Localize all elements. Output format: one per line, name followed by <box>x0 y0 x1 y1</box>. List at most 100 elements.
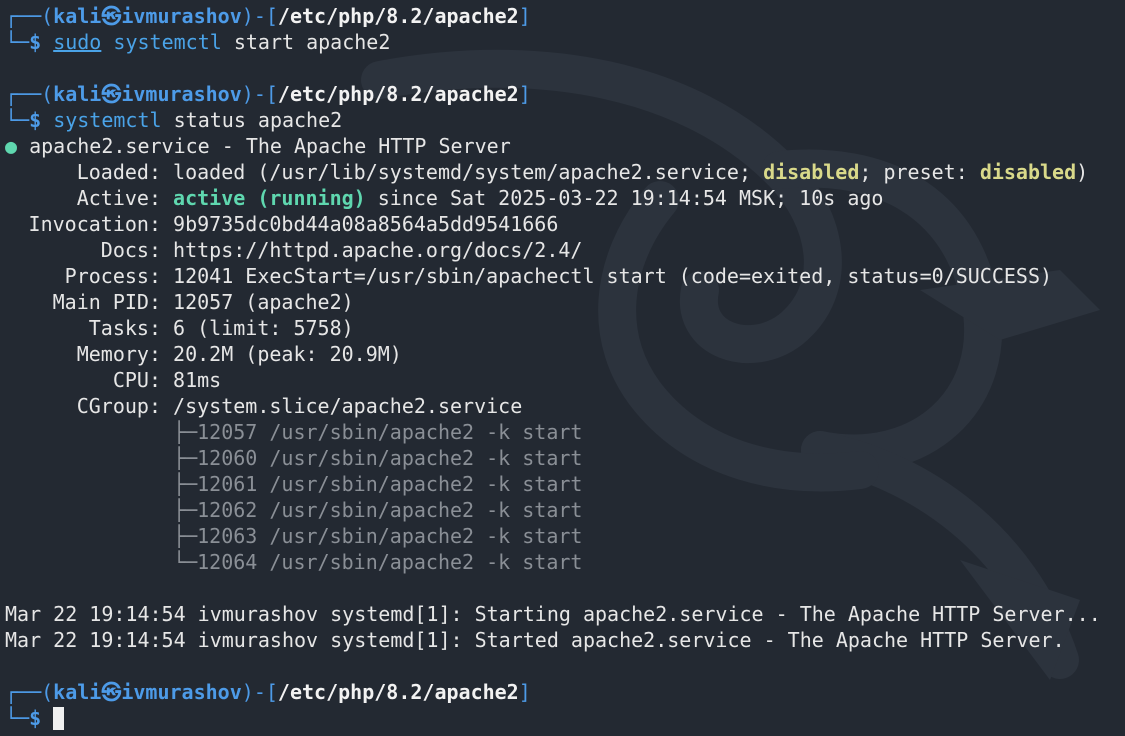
prompt-user: kali <box>53 4 102 28</box>
prompt-user: kali <box>53 82 102 106</box>
cpu-value: 81ms <box>173 368 222 392</box>
prompt-dash: - <box>253 4 266 28</box>
prompt-line: ┌──(kali㉿ivmurashov)-[/etc/php/8.2/apach… <box>5 81 1120 107</box>
cgroup-process: 12064 /usr/sbin/apache2 -k start <box>197 550 583 574</box>
tree-branch-icon: └─ <box>173 550 198 574</box>
prompt-corner: ┌── <box>5 680 42 704</box>
mainpid-value: 12057 (apache2) <box>173 290 354 314</box>
loaded-value: ; preset: <box>859 160 980 184</box>
command-args: status apache2 <box>173 108 343 132</box>
cgroup-process: 12060 /usr/sbin/apache2 -k start <box>197 446 583 470</box>
docs-link[interactable]: https://httpd.apache.org/docs/2.4/ <box>173 238 582 262</box>
at-icon: ㉿ <box>101 680 122 704</box>
cpu-label: CPU: <box>112 368 161 392</box>
prompt-host: ivmurashov <box>121 4 242 28</box>
cgroup-tree-item: ├─12060 /usr/sbin/apache2 -k start <box>5 445 1120 471</box>
prompt-dollar: $ <box>29 30 42 54</box>
prompt-user: kali <box>53 680 102 704</box>
command-line-input[interactable]: └─$ <box>5 705 1120 731</box>
prompt-dollar: $ <box>29 706 42 730</box>
prompt-dash: - <box>253 82 266 106</box>
prompt-paren: ) <box>241 4 254 28</box>
terminal-output[interactable]: ┌──(kali㉿ivmurashov)-[/etc/php/8.2/apach… <box>5 3 1120 731</box>
cgroup-tree-item: └─12064 /usr/sbin/apache2 -k start <box>5 549 1120 575</box>
command-name: systemctl <box>53 108 162 132</box>
cgroup-label: CGroup: <box>76 394 161 418</box>
tree-branch-icon: ├─ <box>173 524 198 548</box>
invocation-label: Invocation: <box>28 212 161 236</box>
loaded-value: ) <box>1076 160 1089 184</box>
cgroup-tree-item: ├─12063 /usr/sbin/apache2 -k start <box>5 523 1120 549</box>
process-label: Process: <box>64 264 161 288</box>
memory-row: Memory: 20.2M (peak: 20.9M) <box>5 341 1120 367</box>
text-cursor[interactable] <box>53 707 65 730</box>
mainpid-row: Main PID: 12057 (apache2) <box>5 289 1120 315</box>
log-line: Mar 22 19:14:54 ivmurashov systemd[1]: S… <box>5 602 1101 626</box>
prompt-corner: ┌── <box>5 4 42 28</box>
prompt-corner: ┌── <box>5 82 42 106</box>
prompt-bracket: ] <box>518 82 531 106</box>
memory-value: 20.2M (peak: 20.9M) <box>173 342 402 366</box>
prompt-bracket: ] <box>518 680 531 704</box>
prompt-corner: └─ <box>5 706 30 730</box>
prompt-paren: ) <box>241 680 254 704</box>
active-since: since Sat 2025-03-22 19:14:54 MSK; 10s a… <box>377 186 884 210</box>
prompt-bracket: ] <box>518 4 531 28</box>
prompt-bracket: [ <box>265 82 278 106</box>
prompt-line: ┌──(kali㉿ivmurashov)-[/etc/php/8.2/apach… <box>5 3 1120 29</box>
invocation-row: Invocation: 9b9735dc0bd44a08a8564a5dd954… <box>5 211 1120 237</box>
at-icon: ㉿ <box>101 82 122 106</box>
active-state-badge: active (running) <box>173 186 366 210</box>
process-value: 12041 ExecStart=/usr/sbin/apachectl star… <box>173 264 1053 288</box>
active-label: Active: <box>76 186 161 210</box>
log-line: Mar 22 19:14:54 ivmurashov systemd[1]: S… <box>5 628 1065 652</box>
invocation-value: 9b9735dc0bd44a08a8564a5dd9541666 <box>173 212 559 236</box>
active-row: Active: active (running) since Sat 2025-… <box>5 185 1120 211</box>
prompt-path: /etc/php/8.2/apache2 <box>277 680 519 704</box>
service-title: apache2.service - The Apache HTTP Server <box>29 134 511 158</box>
process-row: Process: 12041 ExecStart=/usr/sbin/apach… <box>5 263 1120 289</box>
status-dot-icon: ● <box>5 134 18 158</box>
cgroup-process: 12063 /usr/sbin/apache2 -k start <box>197 524 583 548</box>
command-sudo: sudo <box>53 30 102 54</box>
prompt-path: /etc/php/8.2/apache2 <box>277 82 519 106</box>
cpu-row: CPU: 81ms <box>5 367 1120 393</box>
prompt-paren: ( <box>41 82 54 106</box>
tasks-value: 6 (limit: 5758) <box>173 316 354 340</box>
tree-branch-icon: ├─ <box>173 472 198 496</box>
loaded-row: Loaded: loaded (/usr/lib/systemd/system/… <box>5 159 1120 185</box>
prompt-host: ivmurashov <box>121 680 242 704</box>
loaded-label: Loaded: <box>76 160 161 184</box>
tree-branch-icon: ├─ <box>173 498 198 522</box>
prompt-bracket: [ <box>265 680 278 704</box>
command-line: └─$ systemctl status apache2 <box>5 107 1120 133</box>
cgroup-tree-item: ├─12057 /usr/sbin/apache2 -k start <box>5 419 1120 445</box>
cgroup-process: 12062 /usr/sbin/apache2 -k start <box>197 498 583 522</box>
mainpid-label: Main PID: <box>52 290 161 314</box>
preset-disabled-badge: disabled <box>979 160 1077 184</box>
cgroup-process: 12057 /usr/sbin/apache2 -k start <box>197 420 583 444</box>
prompt-dollar: $ <box>29 108 42 132</box>
cgroup-tree-item: ├─12061 /usr/sbin/apache2 -k start <box>5 471 1120 497</box>
prompt-corner: └─ <box>5 30 30 54</box>
cgroup-tree-item: ├─12062 /usr/sbin/apache2 -k start <box>5 497 1120 523</box>
prompt-paren: ( <box>41 680 54 704</box>
cgroup-row: CGroup: /system.slice/apache2.service <box>5 393 1120 419</box>
command-name: systemctl <box>113 30 222 54</box>
prompt-paren: ) <box>241 82 254 106</box>
loaded-value: loaded (/usr/lib/systemd/system/apache2.… <box>173 160 764 184</box>
tree-branch-icon: ├─ <box>173 420 198 444</box>
memory-label: Memory: <box>76 342 161 366</box>
tasks-row: Tasks: 6 (limit: 5758) <box>5 315 1120 341</box>
docs-label: Docs: <box>100 238 161 262</box>
prompt-corner: └─ <box>5 108 30 132</box>
cgroup-value: /system.slice/apache2.service <box>173 394 523 418</box>
service-header: ● apache2.service - The Apache HTTP Serv… <box>5 133 1120 159</box>
prompt-path: /etc/php/8.2/apache2 <box>277 4 519 28</box>
cgroup-process: 12061 /usr/sbin/apache2 -k start <box>197 472 583 496</box>
command-line: └─$ sudo systemctl start apache2 <box>5 29 1120 55</box>
tree-branch-icon: ├─ <box>173 446 198 470</box>
